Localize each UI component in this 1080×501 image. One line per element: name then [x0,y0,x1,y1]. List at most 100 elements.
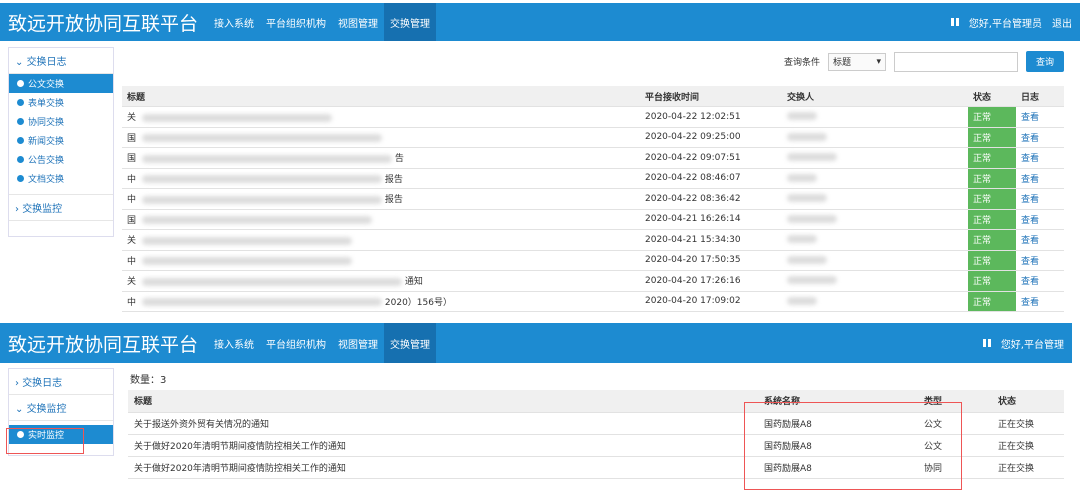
sidebar-item-document-exchange[interactable]: 公文交换 [9,74,113,93]
view-log-link[interactable]: 查看 [1016,209,1064,230]
filter-select[interactable]: 标题 ▾ [827,52,886,71]
sidebar-item-news-exchange[interactable]: 新闻交换 [9,131,113,150]
sidebar-section-exchange-log-2[interactable]: › 交换日志 [9,369,113,395]
row-title[interactable]: 中 报告 [122,168,640,189]
row-title[interactable]: 国 [122,127,640,148]
view-log-link[interactable]: 查看 [1016,127,1064,148]
row-type: 公文 [918,434,992,457]
table-row: 关 通知 2020-04-20 17:26:16 正常 查看 [122,270,1064,292]
grid-icon[interactable] [982,339,991,347]
row-exchanger [782,209,968,230]
row-exchanger [782,270,968,292]
row-title[interactable]: 关于报送外资外贸有关情况的通知 [128,412,758,435]
row-receive-time: 2020-04-21 16:26:14 [640,209,782,230]
nav-exchange-management[interactable]: 交换管理 [384,3,437,41]
logout-link[interactable]: 退出 [1052,15,1072,30]
table-row: 中 2020）156号） 2020-04-20 17:09:02 正常 查看 [122,291,1064,312]
row-title[interactable]: 关 通知 [122,270,640,292]
view-log-link[interactable]: 查看 [1016,147,1064,169]
table-header-row: 标题 平台接收时间 交换人 状态 日志 [122,86,1064,107]
row-receive-time: 2020-04-22 08:46:07 [640,168,782,189]
nav-access-system-2[interactable]: 接入系统 [208,323,260,363]
table-row: 关 2020-04-21 15:34:30 正常 查看 [122,229,1064,251]
view-log-link[interactable]: 查看 [1016,229,1064,251]
row-type: 公文 [918,412,992,435]
top-header: 致远开放协同互联平台 接入系统 平台组织机构 视图管理 交换管理 您好,平台管理… [0,3,1080,41]
nav-view-management-2[interactable]: 视图管理 [332,323,384,363]
row-title[interactable]: 国 [122,209,640,230]
realtime-monitor-table: 标题 系统名称 类型 状态 关于报送外资外贸有关情况的通知 国药励展A8 公文 正在交… [128,390,1064,479]
top-sidebar: ⌄ 交换日志 公文交换 表单交换 协同交换 新闻交换 公告交换 文档交换 › 交… [8,47,114,237]
view-log-link[interactable]: 查看 [1016,188,1064,210]
row-system-name: 国药励展A8 [758,434,918,457]
row-system-name: 国药励展A8 [758,456,918,479]
view-log-link[interactable]: 查看 [1016,291,1064,312]
table-row: 国 告 2020-04-22 09:07:51 正常 查看 [122,147,1064,169]
table-row: 关于做好2020年清明节期间疫情防控相关工作的通知 国药励展A8 公文 正在交换 [128,434,1064,457]
row-title[interactable]: 中 [122,250,640,271]
sidebar-section-exchange-log[interactable]: ⌄ 交换日志 [9,48,113,74]
nav-view-management[interactable]: 视图管理 [332,3,384,41]
nav-exchange-management-2[interactable]: 交换管理 [384,323,437,363]
row-title[interactable]: 中 报告 [122,188,640,210]
row-exchanger [782,147,968,169]
sidebar-section-exchange-monitor-2[interactable]: ⌄ 交换监控 [9,395,113,421]
user-greeting[interactable]: 您好,平台管理员 [969,15,1042,30]
row-title[interactable]: 国 告 [122,147,640,169]
status-badge: 正常 [968,270,1016,292]
row-receive-time: 2020-04-22 09:07:51 [640,147,782,169]
circle-icon [17,175,24,182]
circle-icon [17,156,24,163]
row-exchanger [782,188,968,210]
app-title-bottom: 致远开放协同互联平台 [8,333,199,356]
app-title: 致远开放协同互联平台 [8,12,199,35]
status-badge: 正常 [968,168,1016,189]
col-status: 状态 [992,390,1064,413]
col-status: 状态 [968,86,1016,107]
table-row: 国 2020-04-21 16:26:14 正常 查看 [122,209,1064,230]
row-title[interactable]: 关 [122,229,640,251]
sidebar-item-realtime-monitor[interactable]: 实时监控 [9,425,113,444]
col-exchanger: 交换人 [782,86,968,107]
sidebar-section-exchange-monitor[interactable]: › 交换监控 [9,194,113,221]
row-exchanger [782,127,968,148]
grid-icon[interactable] [950,18,959,26]
table-row: 关 2020-04-22 12:02:51 正常 查看 [122,106,1064,128]
row-title[interactable]: 关于做好2020年清明节期间疫情防控相关工作的通知 [128,434,758,457]
row-receive-time: 2020-04-22 08:36:42 [640,188,782,210]
view-log-link[interactable]: 查看 [1016,106,1064,128]
search-input[interactable] [893,51,1018,72]
nav-platform-org-2[interactable]: 平台组织机构 [260,323,332,363]
status-badge: 正常 [968,209,1016,230]
row-title[interactable]: 中 2020）156号） [122,291,640,312]
circle-icon [17,431,24,438]
circle-icon [17,99,24,106]
nav-platform-org[interactable]: 平台组织机构 [260,3,332,41]
table-row: 国 2020-04-22 09:25:00 正常 查看 [122,127,1064,148]
bottom-sidebar: › 交换日志 ⌄ 交换监控 实时监控 [8,368,114,456]
row-exchanger [782,106,968,128]
record-count: 数量：3 [130,375,167,386]
view-log-link[interactable]: 查看 [1016,250,1064,271]
row-receive-time: 2020-04-21 15:34:30 [640,229,782,251]
nav-access-system[interactable]: 接入系统 [208,3,260,41]
row-title[interactable]: 关于做好2020年清明节期间疫情防控相关工作的通知 [128,456,758,479]
col-title: 标题 [128,390,758,413]
sidebar-item-collab-exchange[interactable]: 协同交换 [9,112,113,131]
circle-icon [17,80,24,87]
row-exchanger [782,229,968,251]
view-log-link[interactable]: 查看 [1016,168,1064,189]
query-button[interactable]: 查询 [1025,51,1064,72]
status-badge: 正常 [968,147,1016,169]
table-row: 中 报告 2020-04-22 08:46:07 正常 查看 [122,168,1064,189]
sidebar-item-file-exchange[interactable]: 文档交换 [9,169,113,188]
table-header-row: 标题 系统名称 类型 状态 [128,390,1064,413]
user-greeting-2[interactable]: 您好,平台管理 [1001,336,1064,351]
table-row: 中 2020-04-20 17:50:35 正常 查看 [122,250,1064,271]
row-type: 协同 [918,456,992,479]
view-log-link[interactable]: 查看 [1016,270,1064,292]
sidebar-item-notice-exchange[interactable]: 公告交换 [9,150,113,169]
row-title[interactable]: 关 [122,106,640,128]
sidebar-item-form-exchange[interactable]: 表单交换 [9,93,113,112]
bottom-header: 致远开放协同互联平台 接入系统 平台组织机构 视图管理 交换管理 您好,平台管理 [0,323,1072,363]
